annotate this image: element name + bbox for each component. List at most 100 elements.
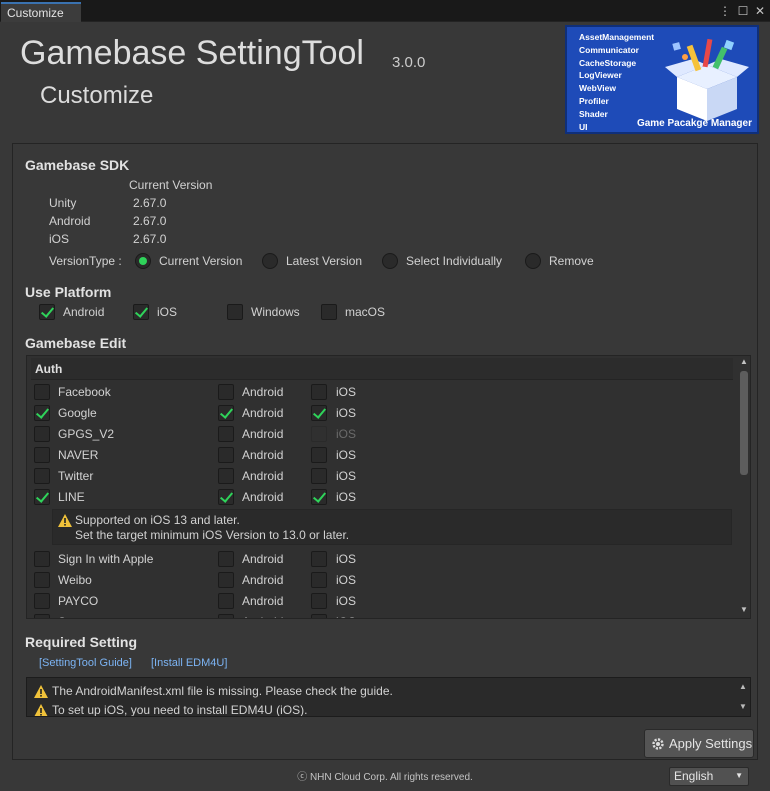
auth-naver-ios-checkbox[interactable]	[311, 447, 327, 463]
auth-naver-ios-label: iOS	[336, 448, 357, 462]
auth-facebook-label: Facebook	[58, 385, 111, 399]
auth-google-label: Google	[58, 406, 97, 420]
auth-naver-checkbox[interactable]	[34, 447, 50, 463]
auth-scroll-view[interactable]: Auth Facebook Android iOS Google Android iOS G…	[26, 355, 751, 619]
auth-group-header: Auth	[31, 358, 733, 380]
radio-remove-label: Remove	[549, 254, 594, 268]
platform-windows-label: Windows	[251, 305, 300, 319]
tab-label: Customize	[7, 6, 64, 20]
auth-google-android-label: Android	[242, 406, 284, 420]
auth-naver-android-label: Android	[242, 448, 284, 462]
required-heading: Required Setting	[25, 634, 138, 650]
notice-line-1: Supported on iOS 13 and later.	[75, 513, 240, 527]
tab-customize[interactable]: Customize	[1, 2, 81, 22]
platform-macos-checkbox[interactable]	[321, 304, 337, 320]
auth-twitter-checkbox[interactable]	[34, 468, 50, 484]
window-tab-bar: Customize ⋮ ☐ ✕	[0, 0, 770, 22]
message-edm4u: To set up iOS, you need to install EDM4U…	[52, 703, 308, 717]
auth-weibo-checkbox[interactable]	[34, 572, 50, 588]
banner-item: AssetManagement	[579, 32, 655, 42]
chevron-down-icon: ▼	[735, 771, 743, 780]
auth-steam-ios-label: iOS	[336, 615, 356, 618]
auth-payco-ios-checkbox[interactable]	[311, 593, 327, 609]
platform-android-checkbox[interactable]	[39, 304, 55, 320]
auth-scrollbar[interactable]: ▲ ▼	[738, 357, 750, 617]
install-edm4u-link[interactable]: [Install EDM4U]	[151, 657, 227, 669]
auth-line-checkbox[interactable]	[34, 489, 50, 505]
auth-google-checkbox[interactable]	[34, 405, 50, 421]
auth-twitter-ios-label: iOS	[336, 469, 357, 483]
radio-latest-version[interactable]	[262, 253, 278, 269]
auth-sign-in-with-apple-android-checkbox[interactable]	[218, 551, 234, 567]
auth-line-android-checkbox[interactable]	[218, 489, 234, 505]
auth-google-ios-checkbox[interactable]	[311, 405, 327, 421]
game-package-manager-banner[interactable]: AssetManagement Communicator CacheStorage L…	[565, 25, 759, 134]
auth-gpgs-v2-label: GPGS_V2	[58, 427, 115, 441]
sdk-platform-unity: Unity	[49, 196, 77, 210]
auth-sign-in-with-apple-checkbox[interactable]	[34, 551, 50, 567]
auth-steam-ios-checkbox[interactable]	[311, 614, 327, 618]
current-version-header: Current Version	[129, 178, 213, 192]
auth-gpgs-v2-checkbox[interactable]	[34, 426, 50, 442]
platform-windows-checkbox[interactable]	[227, 304, 243, 320]
line-ios-notice: Supported on iOS 13 and later. Set the t…	[52, 509, 732, 545]
auth-twitter-ios-checkbox[interactable]	[311, 468, 327, 484]
auth-gpgs-v2-android-checkbox[interactable]	[218, 426, 234, 442]
auth-payco-label: PAYCO	[58, 594, 99, 608]
edit-heading: Gamebase Edit	[25, 335, 127, 351]
close-icon[interactable]: ✕	[753, 3, 767, 19]
auth-steam-checkbox[interactable]	[34, 614, 50, 618]
apply-settings-label: Apply Settings	[669, 736, 753, 751]
platform-android-label: Android	[63, 305, 105, 319]
auth-steam-android-label: Android	[242, 615, 283, 618]
platform-ios-checkbox[interactable]	[133, 304, 149, 320]
auth-facebook-checkbox[interactable]	[34, 384, 50, 400]
msg-scroll-down-icon[interactable]: ▼	[737, 702, 749, 711]
more-menu-icon[interactable]: ⋮	[718, 3, 732, 19]
auth-line-ios-checkbox[interactable]	[311, 489, 327, 505]
warning-icon	[58, 514, 72, 527]
radio-current-version[interactable]	[135, 253, 151, 269]
auth-facebook-ios-checkbox[interactable]	[311, 384, 327, 400]
auth-twitter-android-checkbox[interactable]	[218, 468, 234, 484]
auth-sign-in-with-apple-ios-label: iOS	[336, 552, 357, 566]
radio-remove[interactable]	[525, 253, 541, 269]
radio-latest-version-label: Latest Version	[286, 254, 363, 268]
auth-line-ios-label: iOS	[336, 490, 357, 504]
auth-sign-in-with-apple-ios-checkbox[interactable]	[311, 551, 327, 567]
settingtool-guide-link[interactable]: [SettingTool Guide]	[39, 657, 132, 669]
auth-weibo-android-label: Android	[242, 573, 284, 587]
auth-facebook-android-label: Android	[242, 385, 284, 399]
auth-steam-label: Steam	[58, 615, 93, 618]
banner-item: CacheStorage	[579, 57, 637, 68]
language-value: English	[674, 769, 714, 783]
auth-facebook-ios-label: iOS	[336, 385, 357, 399]
msg-scroll-up-icon[interactable]: ▲	[737, 682, 749, 691]
auth-steam-android-checkbox[interactable]	[218, 614, 234, 618]
required-messages[interactable]: The AndroidManifest.xml file is missing.…	[26, 677, 751, 717]
auth-google-android-checkbox[interactable]	[218, 405, 234, 421]
maximize-icon[interactable]: ☐	[736, 3, 750, 19]
copyright-text: ⓒ NHN Cloud Corp. All rights reserved.	[297, 772, 473, 783]
sdk-heading: Gamebase SDK	[25, 157, 130, 173]
auth-weibo-ios-checkbox[interactable]	[311, 572, 327, 588]
package-box-icon	[665, 38, 749, 121]
auth-naver-label: NAVER	[58, 448, 99, 462]
scroll-thumb[interactable]	[740, 371, 748, 475]
platform-ios-label: iOS	[157, 305, 178, 319]
banner-item: WebView	[579, 83, 617, 94]
sdk-version-android: 2.67.0	[133, 214, 167, 228]
language-select[interactable]: English ▼	[669, 767, 749, 786]
auth-weibo-android-checkbox[interactable]	[218, 572, 234, 588]
scroll-down-icon[interactable]: ▼	[738, 605, 750, 614]
page-subtitle: Customize	[40, 82, 154, 109]
apply-settings-button[interactable]: Apply Settings	[644, 729, 754, 758]
auth-naver-android-checkbox[interactable]	[218, 447, 234, 463]
auth-weibo-ios-label: iOS	[336, 573, 357, 587]
radio-select-individually[interactable]	[382, 253, 398, 269]
auth-facebook-android-checkbox[interactable]	[218, 384, 234, 400]
auth-payco-checkbox[interactable]	[34, 593, 50, 609]
auth-payco-android-checkbox[interactable]	[218, 593, 234, 609]
scroll-up-icon[interactable]: ▲	[738, 357, 750, 366]
warning-icon	[34, 685, 48, 698]
